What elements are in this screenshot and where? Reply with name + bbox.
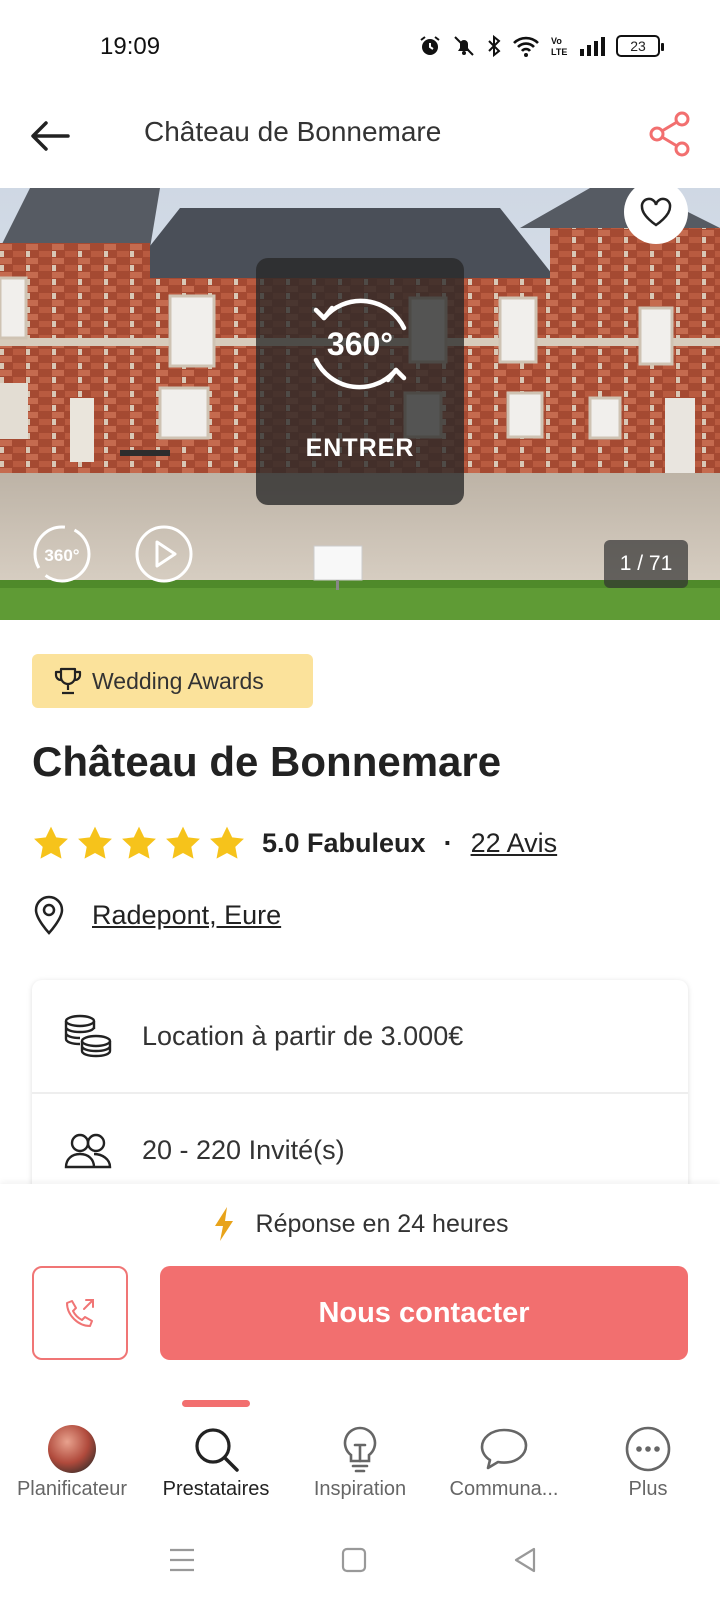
tab-prestataires[interactable]: Prestataires xyxy=(144,1424,288,1504)
tab-label: Communa... xyxy=(449,1478,559,1500)
tour-enter-label: ENTRER xyxy=(305,434,415,462)
tab-plus[interactable]: Plus xyxy=(576,1424,720,1504)
status-icons: Vo LTE 23 xyxy=(418,34,664,58)
active-tab-indicator xyxy=(182,1400,250,1407)
star-icon xyxy=(122,826,156,859)
search-icon xyxy=(195,1428,239,1472)
bottom-tab-bar: Planificateur Prestataires Inspiration C… xyxy=(0,1400,720,1510)
tab-planificateur[interactable]: Planificateur xyxy=(0,1424,144,1504)
reviews-link[interactable]: 22 Avis xyxy=(471,828,558,859)
square-icon xyxy=(341,1547,367,1573)
svg-text:Vo: Vo xyxy=(551,36,562,46)
home-button[interactable] xyxy=(334,1540,374,1580)
tour-360-button[interactable]: 360° xyxy=(32,524,92,584)
trophy-icon xyxy=(54,667,82,695)
signal-icon xyxy=(580,37,605,56)
tour-badge-text: 360° xyxy=(327,326,393,362)
rating-row: 5.0 Fabuleux · 22 Avis xyxy=(32,820,557,866)
back-button[interactable] xyxy=(28,114,72,158)
tab-inspiration[interactable]: Inspiration xyxy=(288,1424,432,1504)
phone-outgoing-icon xyxy=(66,1299,94,1327)
venue-name: Château de Bonnemare xyxy=(32,738,502,785)
system-back-button[interactable] xyxy=(506,1540,546,1580)
chat-bubble-icon xyxy=(480,1428,528,1470)
response-time-text: Réponse en 24 heures xyxy=(255,1209,509,1238)
call-button[interactable] xyxy=(32,1266,128,1360)
tab-communaute[interactable]: Communa... xyxy=(432,1424,576,1504)
wifi-icon xyxy=(513,36,539,57)
award-badge: Wedding Awards xyxy=(32,654,313,708)
header: Château de Bonnemare xyxy=(0,92,720,188)
hero-photo[interactable]: 360° ENTRER 360° 1 / 71 xyxy=(0,188,720,620)
tab-label: Prestataires xyxy=(162,1478,270,1500)
contact-button[interactable]: Nous contacter xyxy=(160,1266,688,1360)
recent-apps-button[interactable] xyxy=(162,1540,202,1580)
coins-icon xyxy=(60,1008,116,1064)
system-nav-bar xyxy=(0,1510,720,1600)
mini-badge-text: 360° xyxy=(44,546,79,565)
status-time: 19:09 xyxy=(100,33,161,60)
bluetooth-icon xyxy=(488,34,501,58)
rotate-360-icon: 360° xyxy=(313,298,407,390)
status-bar: 19:09 Vo LTE 23 xyxy=(0,0,720,92)
avatar xyxy=(48,1425,96,1473)
info-card: Location à partir de 3.000€ 20 - 220 Inv… xyxy=(32,980,688,1200)
star-icon xyxy=(34,826,68,859)
photo-counter: 1 / 71 xyxy=(604,540,688,588)
svg-text:LTE: LTE xyxy=(551,47,567,57)
triangle-back-icon xyxy=(514,1547,536,1573)
location-pin-icon xyxy=(34,895,64,935)
rating-separator: · xyxy=(443,827,453,858)
tab-label: Planificateur xyxy=(16,1478,128,1500)
award-label: Wedding Awards xyxy=(92,667,264,694)
mute-bell-icon xyxy=(454,36,474,56)
heart-icon xyxy=(640,197,672,227)
star-icon xyxy=(166,826,200,859)
virtual-tour-button[interactable]: 360° ENTRER xyxy=(256,258,464,505)
arrow-left-icon xyxy=(31,121,70,151)
tab-label: Plus xyxy=(628,1478,668,1500)
share-icon xyxy=(649,111,690,157)
share-button[interactable] xyxy=(648,110,692,158)
star-rating xyxy=(32,825,246,861)
guests-icon xyxy=(60,1122,116,1178)
location-row: Radepont, Eure xyxy=(32,892,281,938)
alarm-icon xyxy=(420,36,440,55)
lightbulb-icon xyxy=(343,1426,377,1473)
star-icon xyxy=(210,826,244,859)
location-link[interactable]: Radepont, Eure xyxy=(92,900,281,931)
play-icon xyxy=(135,525,193,583)
star-icon xyxy=(78,826,112,859)
battery-indicator: 23 xyxy=(616,35,664,57)
menu-lines-icon xyxy=(170,1548,194,1572)
guests-text: 20 - 220 Invité(s) xyxy=(142,1134,345,1165)
lightning-icon xyxy=(214,1207,233,1241)
price-text: Location à partir de 3.000€ xyxy=(142,1020,464,1051)
page-title: Château de Bonnemare xyxy=(144,116,442,147)
rotate-360-small-icon: 360° xyxy=(33,525,91,583)
more-icon xyxy=(625,1426,671,1472)
video-play-button[interactable] xyxy=(134,524,194,584)
response-time-row: Réponse en 24 heures xyxy=(0,1206,720,1242)
rating-text: 5.0 Fabuleux xyxy=(262,827,426,858)
tab-label: Inspiration xyxy=(313,1478,407,1500)
price-row: Location à partir de 3.000€ xyxy=(32,980,688,1092)
action-panel: Réponse en 24 heures Nous contacter xyxy=(0,1184,720,1400)
volte-icon: VoLTE xyxy=(551,36,567,57)
